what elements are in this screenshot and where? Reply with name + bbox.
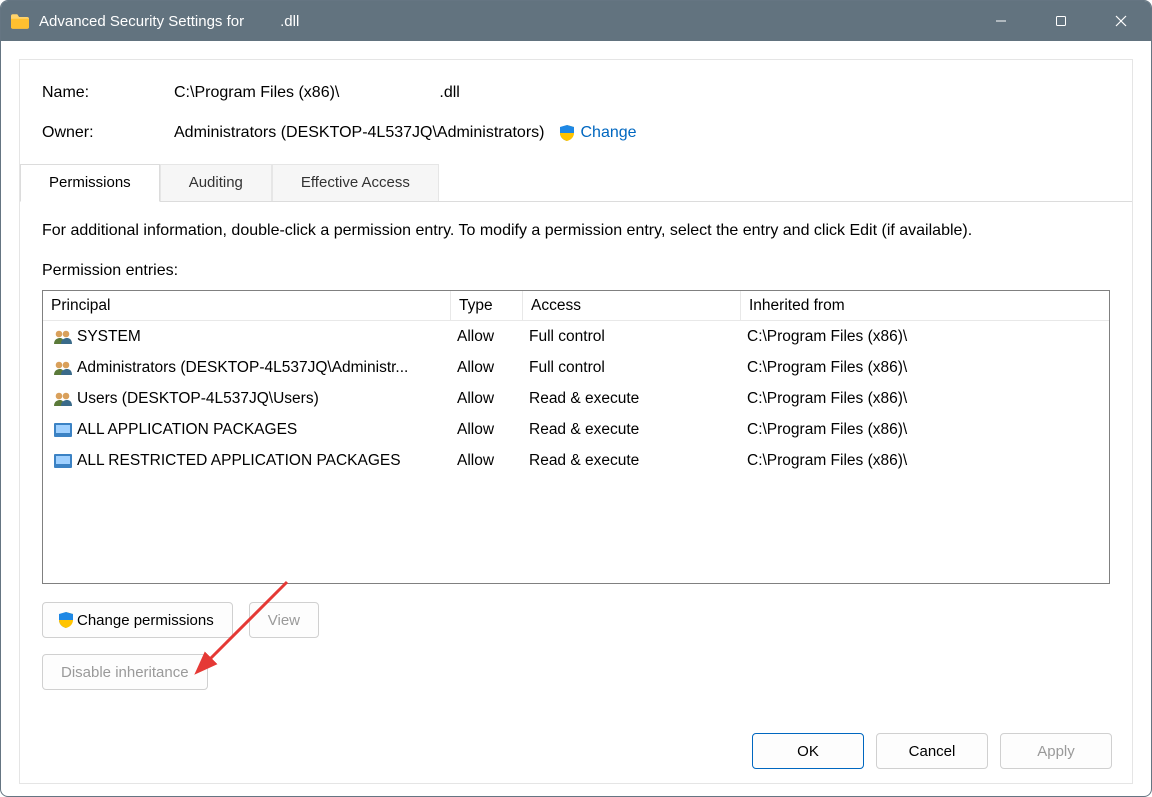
principal-cell: Users (DESKTOP-4L537JQ\Users) — [77, 390, 319, 408]
access-cell: Full control — [523, 359, 741, 377]
entries-label: Permission entries: — [42, 262, 1110, 280]
titlebar[interactable]: Advanced Security Settings for.dll — [1, 1, 1151, 41]
name-row: Name: C:\Program Files (x86)\.dll — [42, 84, 1132, 102]
principal-cell: Administrators (DESKTOP-4L537JQ\Administ… — [77, 359, 408, 377]
type-cell: Allow — [451, 390, 523, 408]
type-cell: Allow — [451, 328, 523, 346]
package-icon — [53, 453, 73, 469]
inherited-cell: C:\Program Files (x86)\ — [741, 328, 1109, 346]
folder-icon — [11, 14, 29, 29]
package-icon — [53, 422, 73, 438]
users-icon — [53, 360, 73, 376]
table-header: Principal Type Access Inherited from — [43, 291, 1109, 321]
disable-inheritance-button[interactable]: Disable inheritance — [42, 654, 208, 690]
close-button[interactable] — [1091, 1, 1151, 41]
dialog-footer: OK Cancel Apply — [752, 733, 1112, 769]
owner-value: Administrators (DESKTOP-4L537JQ\Administ… — [174, 124, 544, 142]
shield-icon — [558, 124, 576, 142]
view-button[interactable]: View — [249, 602, 319, 638]
security-settings-window: Advanced Security Settings for.dll Name:… — [0, 0, 1152, 797]
access-cell: Read & execute — [523, 452, 741, 470]
ok-button[interactable]: OK — [752, 733, 864, 769]
tab-permissions[interactable]: Permissions — [20, 164, 160, 202]
window-controls — [971, 1, 1151, 41]
inherited-cell: C:\Program Files (x86)\ — [741, 421, 1109, 439]
users-icon — [53, 329, 73, 345]
maximize-button[interactable] — [1031, 1, 1091, 41]
type-cell: Allow — [451, 359, 523, 377]
change-permissions-button[interactable]: Change permissions — [42, 602, 233, 638]
table-row[interactable]: SYSTEM AllowFull controlC:\Program Files … — [43, 321, 1109, 352]
type-cell: Allow — [451, 421, 523, 439]
permissions-table[interactable]: Principal Type Access Inherited from SYS… — [42, 290, 1110, 584]
col-type[interactable]: Type — [451, 291, 523, 321]
inherited-cell: C:\Program Files (x86)\ — [741, 390, 1109, 408]
access-cell: Read & execute — [523, 421, 741, 439]
change-owner-link[interactable]: Change — [558, 124, 636, 142]
table-row[interactable]: Administrators (DESKTOP-4L537JQ\Administ… — [43, 352, 1109, 383]
principal-cell: ALL APPLICATION PACKAGES — [77, 421, 297, 439]
window-title: Advanced Security Settings for.dll — [39, 13, 299, 30]
principal-cell: ALL RESTRICTED APPLICATION PACKAGES — [77, 452, 401, 470]
col-access[interactable]: Access — [523, 291, 741, 321]
table-row[interactable]: ALL APPLICATION PACKAGES AllowRead & exec… — [43, 414, 1109, 445]
tab-auditing[interactable]: Auditing — [160, 164, 272, 201]
access-cell: Full control — [523, 328, 741, 346]
users-icon — [53, 391, 73, 407]
owner-row: Owner: Administrators (DESKTOP-4L537JQ\A… — [42, 124, 1132, 142]
inherited-cell: C:\Program Files (x86)\ — [741, 359, 1109, 377]
col-inherited[interactable]: Inherited from — [741, 291, 1109, 321]
info-hint: For additional information, double-click… — [42, 222, 1110, 240]
owner-label: Owner: — [42, 124, 174, 142]
cancel-button[interactable]: Cancel — [876, 733, 988, 769]
access-cell: Read & execute — [523, 390, 741, 408]
col-principal[interactable]: Principal — [43, 291, 451, 321]
inherited-cell: C:\Program Files (x86)\ — [741, 452, 1109, 470]
type-cell: Allow — [451, 452, 523, 470]
name-value: C:\Program Files (x86)\.dll — [174, 84, 460, 102]
tab-strip: Permissions Auditing Effective Access — [20, 164, 1132, 202]
table-row[interactable]: ALL RESTRICTED APPLICATION PACKAGES Allow… — [43, 445, 1109, 476]
principal-cell: SYSTEM — [77, 328, 141, 346]
apply-button[interactable]: Apply — [1000, 733, 1112, 769]
shield-icon — [57, 611, 75, 629]
table-row[interactable]: Users (DESKTOP-4L537JQ\Users) AllowRead &… — [43, 383, 1109, 414]
minimize-button[interactable] — [971, 1, 1031, 41]
name-label: Name: — [42, 84, 174, 102]
tab-effective-access[interactable]: Effective Access — [272, 164, 439, 201]
